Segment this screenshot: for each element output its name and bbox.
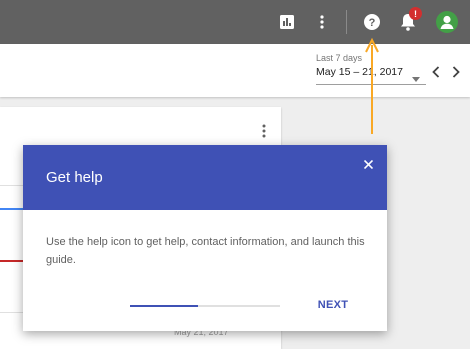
pointer-arrow xyxy=(365,37,379,134)
